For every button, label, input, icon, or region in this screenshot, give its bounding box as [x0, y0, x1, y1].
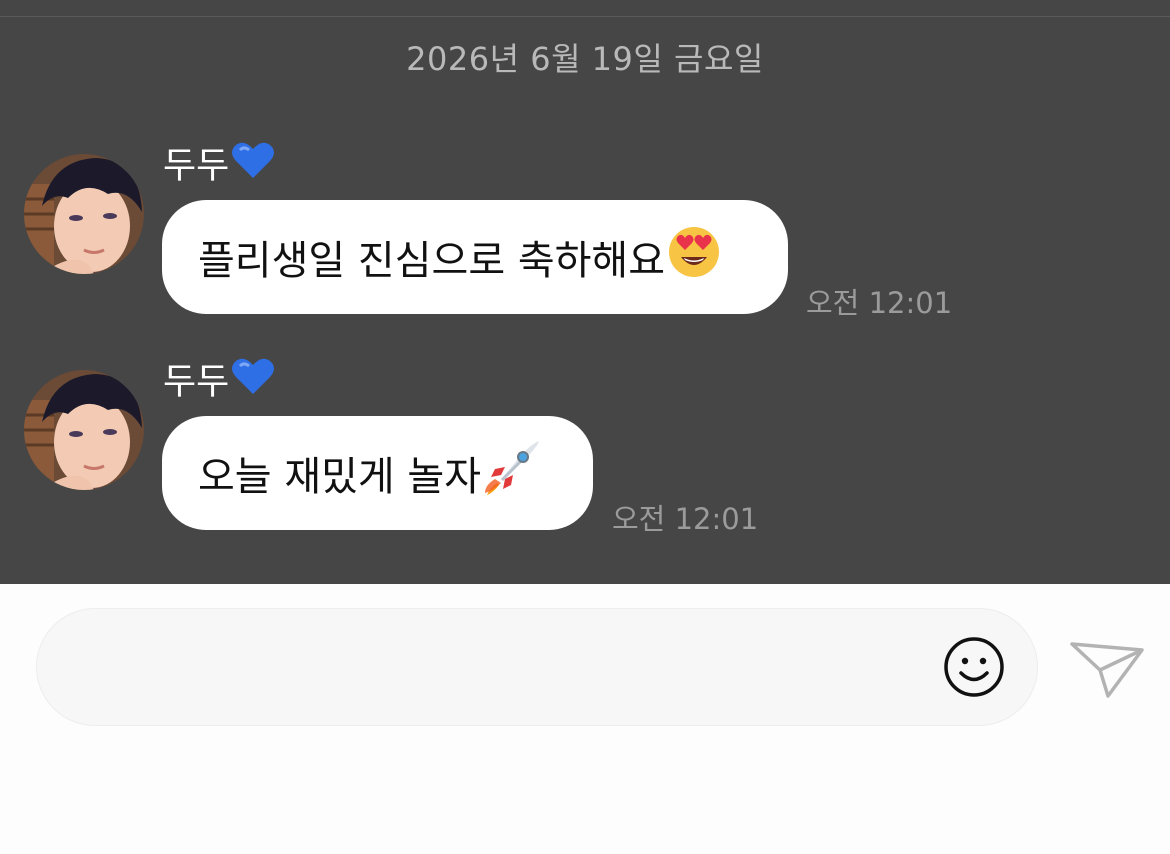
blue-heart-icon	[231, 140, 275, 191]
smiley-icon[interactable]	[943, 636, 1005, 698]
message-input[interactable]	[36, 608, 1038, 726]
heart-eyes-emoji-icon	[667, 225, 721, 289]
message-time: 오전 12:01	[806, 286, 953, 320]
chat-screen: 2026년 6월 19일 금요일 두두 플리생일 진심으로 축하해요 오전 12…	[0, 0, 1170, 854]
message-time: 오전 12:01	[612, 502, 759, 536]
rocket-emoji-icon	[483, 439, 541, 507]
sender-name-text: 두두	[163, 145, 230, 187]
message-bubble[interactable]: 오늘 재밌게 놀자	[162, 416, 593, 530]
message-area[interactable]: 2026년 6월 19일 금요일 두두 플리생일 진심으로 축하해요 오전 12…	[0, 0, 1170, 584]
message-bubble[interactable]: 플리생일 진심으로 축하해요	[162, 200, 788, 314]
sender-name: 두두	[163, 358, 275, 403]
blue-heart-icon	[231, 356, 275, 407]
divider	[0, 16, 1170, 17]
avatar[interactable]	[24, 154, 144, 274]
message-text: 플리생일 진심으로 축하해요	[198, 238, 666, 284]
paper-plane-icon[interactable]	[1068, 638, 1146, 700]
sender-name-text: 두두	[163, 361, 230, 403]
message-text: 오늘 재밌게 놀자	[198, 454, 482, 500]
avatar[interactable]	[24, 370, 144, 490]
sender-name: 두두	[163, 142, 275, 187]
date-divider: 2026년 6월 19일 금요일	[406, 40, 764, 78]
